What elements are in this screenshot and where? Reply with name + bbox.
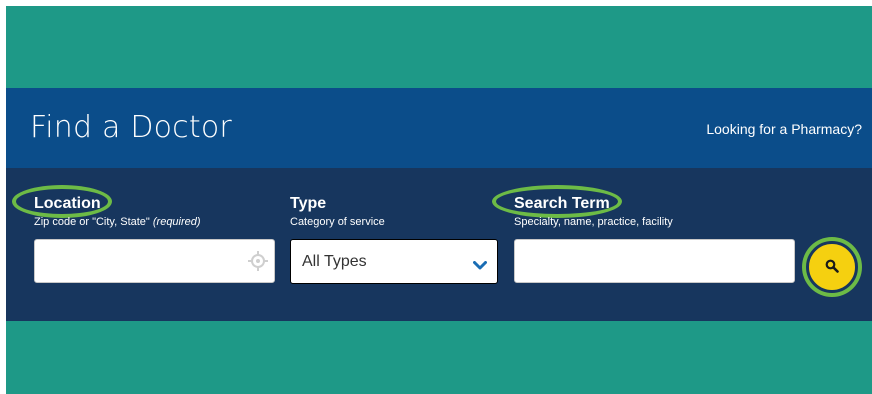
crosshair-icon[interactable]: [248, 251, 268, 271]
location-label: Location: [34, 195, 101, 212]
search-term-hint: Specialty, name, practice, facility: [514, 216, 673, 228]
search-icon: [825, 259, 839, 276]
type-hint: Category of service: [290, 216, 385, 228]
search-button[interactable]: [806, 241, 858, 293]
bottom-banner: [6, 321, 872, 394]
location-hint: Zip code or "City, State" (required): [34, 216, 201, 228]
type-label: Type: [290, 195, 327, 212]
pharmacy-link[interactable]: Looking for a Pharmacy?: [706, 121, 862, 137]
search-term-label: Search Term: [514, 195, 610, 212]
search-term-input[interactable]: [514, 239, 795, 283]
top-banner: [6, 6, 872, 88]
chevron-down-icon: [473, 256, 487, 270]
location-input[interactable]: [34, 239, 275, 283]
type-select-value: All Types: [302, 253, 367, 270]
location-hint-text: Zip code or "City, State": [34, 216, 153, 228]
page-title: Find a Doctor: [30, 110, 232, 145]
type-select[interactable]: All Types: [290, 239, 498, 284]
required-note: (required): [152, 216, 201, 228]
